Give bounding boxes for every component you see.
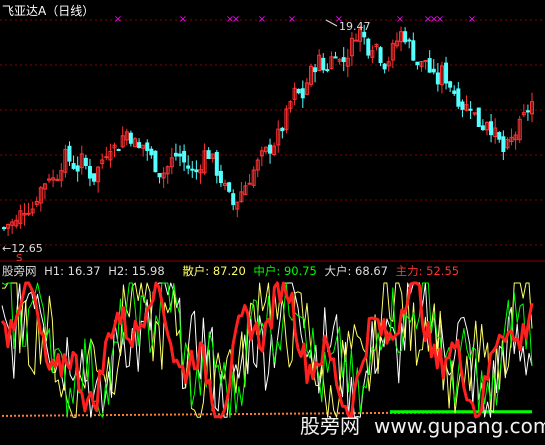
indicator-name: 股旁网 bbox=[2, 264, 37, 278]
watermark-url: www.gupang.com bbox=[374, 414, 545, 438]
watermark-text: 股旁网 bbox=[300, 414, 360, 438]
main-value: 主力: 52.55 bbox=[395, 264, 460, 278]
mid-value: 中户: 90.75 bbox=[253, 264, 317, 278]
h2-value: H2: 15.98 bbox=[108, 264, 165, 278]
high-price-label: 19.47 bbox=[339, 20, 371, 33]
window-title: 飞亚达A（日线） bbox=[2, 4, 95, 18]
indicator-chart bbox=[0, 281, 534, 419]
retail-value: 散户: 87.20 bbox=[182, 264, 246, 278]
big-value: 大户: 68.67 bbox=[324, 264, 388, 278]
stock-chart-window: × × × × × × × × × × × × 飞亚达A（日线） 19.47 ←12.65 S 股旁网… bbox=[0, 0, 545, 445]
watermark: 股旁网 www.gupang.com bbox=[300, 410, 545, 439]
h1-value: H1: 16.37 bbox=[44, 264, 101, 278]
low-price-label: ←12.65 bbox=[2, 242, 43, 255]
indicator-header: 股旁网 H1: 16.37 H2: 15.98 散户: 87.20 中户: 90… bbox=[2, 263, 463, 279]
